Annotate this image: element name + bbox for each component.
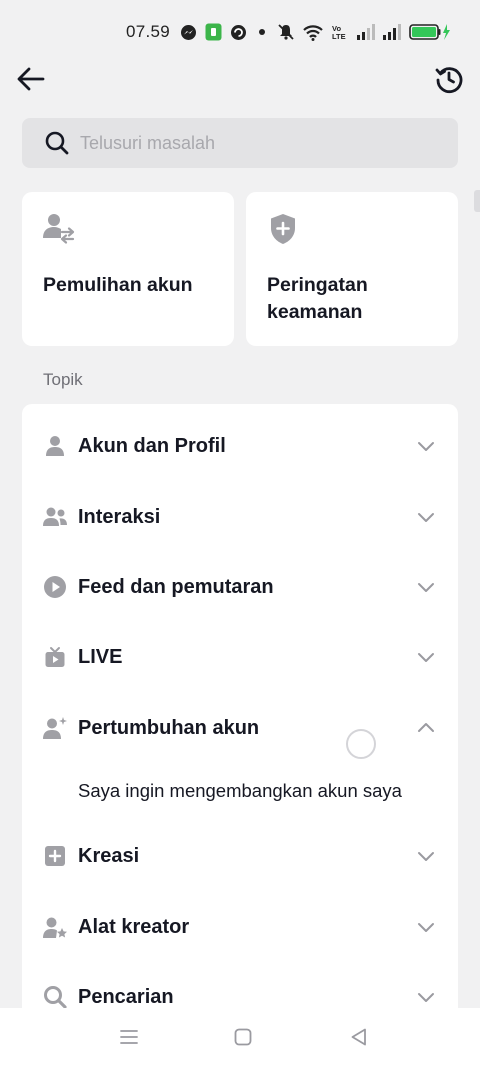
sync-icon [230, 24, 247, 41]
topics-section-title: Topik [43, 370, 83, 389]
volte-icon: Vo LTE [331, 23, 349, 41]
mute-icon [277, 23, 295, 41]
topic-akun-dan-profil[interactable]: Akun dan Profil [22, 418, 458, 474]
chevron-down-icon [418, 442, 434, 451]
back-button[interactable] [16, 64, 46, 94]
battery-charging-icon [409, 23, 451, 41]
chevron-down-icon [418, 583, 434, 592]
status-bar: 07.59 Vo LTE [0, 0, 480, 64]
topic-alat-kreator[interactable]: Alat kreator [22, 899, 458, 955]
topic-interaksi[interactable]: Interaksi [22, 489, 458, 545]
topic-label: LIVE [78, 645, 123, 668]
chevron-down-icon [418, 993, 434, 1002]
topic-label: Pencarian [78, 985, 174, 1008]
shield-plus-icon [271, 214, 295, 244]
back-triangle-icon[interactable] [348, 1026, 370, 1048]
account-switch-icon [43, 214, 75, 244]
svg-text:LTE: LTE [332, 32, 346, 41]
topic-sub-item[interactable]: Saya ingin mengembangkan akun saya [78, 780, 402, 802]
signal-2-icon [383, 24, 401, 40]
search-input[interactable]: Telusuri masalah [22, 118, 458, 168]
chevron-down-icon [418, 513, 434, 522]
system-nav-bar [0, 1008, 480, 1066]
chevron-down-icon [418, 653, 434, 662]
card-account-recovery[interactable]: Pemulihan akun [22, 192, 234, 346]
topic-label: Kreasi [78, 844, 140, 867]
history-button[interactable] [434, 64, 464, 94]
topic-label: Alat kreator [78, 915, 190, 938]
chevron-up-icon [418, 723, 434, 732]
chevron-down-icon [418, 923, 434, 932]
history-icon [435, 67, 463, 93]
arrow-left-icon [17, 67, 45, 91]
person-sparkle-icon [42, 715, 68, 741]
person-star-icon [42, 914, 68, 940]
chevron-down-icon [418, 852, 434, 861]
topic-label: Akun dan Profil [78, 434, 226, 457]
touch-indicator [346, 729, 376, 759]
signal-1-icon [357, 24, 375, 40]
topic-feed-dan-pemutaran[interactable]: Feed dan pemutaran [22, 559, 458, 615]
search-icon [45, 131, 69, 155]
play-icon [42, 574, 68, 600]
topic-label: Feed dan pemutaran [78, 575, 274, 598]
person-icon [42, 433, 68, 459]
topic-pertumbuhan-akun[interactable]: Pertumbuhan akun [22, 700, 458, 756]
status-icons: Vo LTE [180, 22, 451, 42]
header [0, 58, 480, 102]
wifi-icon [303, 24, 323, 41]
dot-icon [255, 25, 269, 39]
plus-square-icon [42, 843, 68, 869]
topics-list: Akun dan Profil Interaksi Feed dan pemut… [22, 404, 458, 1024]
scroll-indicator [474, 190, 480, 212]
topic-kreasi[interactable]: Kreasi [22, 828, 458, 884]
app-notification-icon [205, 23, 222, 41]
menu-icon[interactable] [118, 1026, 140, 1048]
home-square-icon[interactable] [232, 1026, 254, 1048]
tv-icon [42, 644, 68, 670]
card-security-alerts-label: Peringatan keamanan [267, 274, 368, 323]
topic-label: Pertumbuhan akun [78, 716, 260, 739]
messenger-icon [180, 24, 197, 41]
search-placeholder: Telusuri masalah [80, 132, 216, 153]
people-icon [42, 504, 68, 530]
card-security-alerts[interactable]: Peringatan keamanan [246, 192, 458, 346]
card-account-recovery-label: Pemulihan akun [43, 274, 193, 296]
status-time: 07.59 [126, 22, 171, 41]
topic-live[interactable]: LIVE [22, 629, 458, 685]
topic-label: Interaksi [78, 505, 161, 528]
search-icon [42, 984, 68, 1010]
